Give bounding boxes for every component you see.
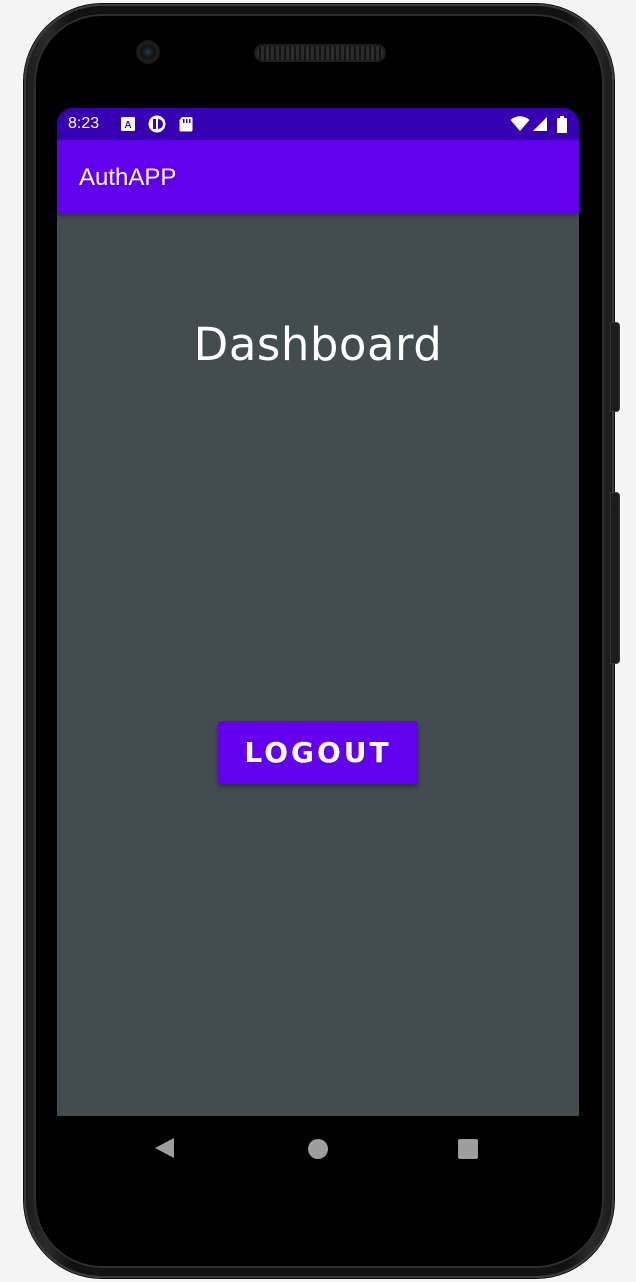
- status-bar: 8:23 A: [57, 108, 579, 140]
- home-icon[interactable]: [308, 1139, 328, 1159]
- battery-icon: [556, 116, 568, 133]
- volume-button[interactable]: [610, 492, 620, 664]
- earpiece-speaker: [256, 46, 384, 60]
- app-bar: AuthAPP: [57, 140, 579, 214]
- front-camera: [138, 42, 158, 62]
- pie-icon: [147, 114, 167, 134]
- back-icon[interactable]: [155, 1138, 174, 1158]
- svg-text:A: A: [124, 120, 131, 131]
- dashboard-heading: Dashboard: [193, 318, 443, 371]
- app-title: AuthAPP: [79, 164, 177, 191]
- screen: 8:23 A AuthAPP Dashboard LOGOUT: [57, 108, 579, 1116]
- font-a-icon: A: [120, 116, 136, 132]
- recents-icon[interactable]: [458, 1139, 478, 1159]
- navigation-bar: [57, 1116, 579, 1182]
- power-button[interactable]: [610, 322, 620, 412]
- logout-button[interactable]: LOGOUT: [218, 721, 418, 784]
- status-time: 8:23: [68, 115, 100, 132]
- signal-icon: [532, 116, 548, 132]
- sd-card-icon: [178, 116, 194, 132]
- wifi-icon: [510, 116, 530, 132]
